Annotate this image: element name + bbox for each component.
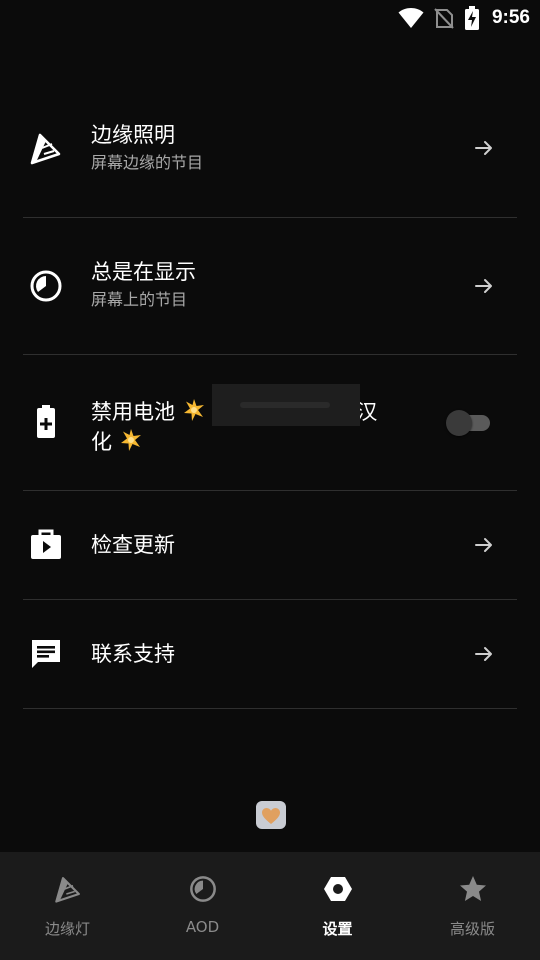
toggle-thumb [446, 410, 472, 436]
nav-label: AOD [185, 918, 220, 936]
divider [23, 599, 517, 600]
bottom-navigation: 边缘灯 AOD 设置 高级版 [0, 852, 540, 960]
arrow-right-icon [472, 533, 496, 557]
settings-item-title: 边缘照明 [91, 123, 175, 147]
store-play-icon [28, 526, 64, 562]
divider [23, 354, 517, 355]
status-bar: 9:56 [0, 0, 540, 36]
divider [23, 217, 517, 218]
divider [23, 708, 517, 709]
disable-battery-toggle[interactable] [446, 410, 492, 436]
divider [23, 490, 517, 491]
settings-item-title: 联系支持 [91, 642, 175, 666]
settings-item-subtitle: 屏幕上的节目 [91, 290, 188, 309]
nav-label: 设置 [322, 920, 353, 938]
clock-time: 9:56 [491, 7, 530, 28]
aod-clock-icon [28, 268, 64, 304]
settings-item-title: 检查更新 [91, 533, 175, 557]
arrow-right-icon [472, 642, 496, 666]
settings-item-always-on-display[interactable]: 总是在显示 屏幕上的节目 [0, 255, 540, 319]
settings-item-check-update[interactable]: 检查更新 [0, 526, 540, 566]
no-sim-icon [434, 7, 454, 29]
sparkle-star-icon [119, 428, 143, 458]
edge-lighting-icon [53, 874, 83, 904]
settings-item-title: 总是在显示 [91, 260, 196, 284]
donate-heart-button[interactable] [256, 801, 286, 829]
nav-item-edge-light[interactable]: 边缘灯 [0, 852, 135, 960]
settings-item-contact-support[interactable]: 联系支持 [0, 635, 540, 675]
title-text-part: 化 [91, 430, 112, 454]
nav-item-premium[interactable]: 高级版 [405, 852, 540, 960]
aod-clock-icon [188, 874, 218, 904]
battery-charging-icon [464, 6, 480, 30]
star-icon [458, 874, 488, 904]
nav-item-settings[interactable]: 设置 [270, 852, 405, 960]
wifi-icon [398, 7, 424, 29]
settings-item-subtitle: 屏幕边缘的节目 [91, 153, 204, 172]
title-text-part: 禁用电池 [91, 400, 175, 424]
arrow-right-icon [472, 274, 496, 298]
nav-label: 边缘灯 [44, 920, 90, 938]
arrow-right-icon [472, 136, 496, 160]
redacted-area [212, 384, 360, 426]
settings-gear-icon [323, 874, 353, 904]
settings-item-edge-lighting[interactable]: 边缘照明 屏幕边缘的节目 [0, 118, 540, 182]
chat-icon [28, 637, 64, 673]
nav-item-aod[interactable]: AOD [135, 852, 270, 960]
battery-plus-icon [28, 404, 64, 440]
nav-label: 高级版 [449, 920, 495, 938]
edge-lighting-icon [28, 130, 64, 166]
heart-icon [262, 808, 280, 824]
sparkle-star-icon [182, 398, 206, 428]
